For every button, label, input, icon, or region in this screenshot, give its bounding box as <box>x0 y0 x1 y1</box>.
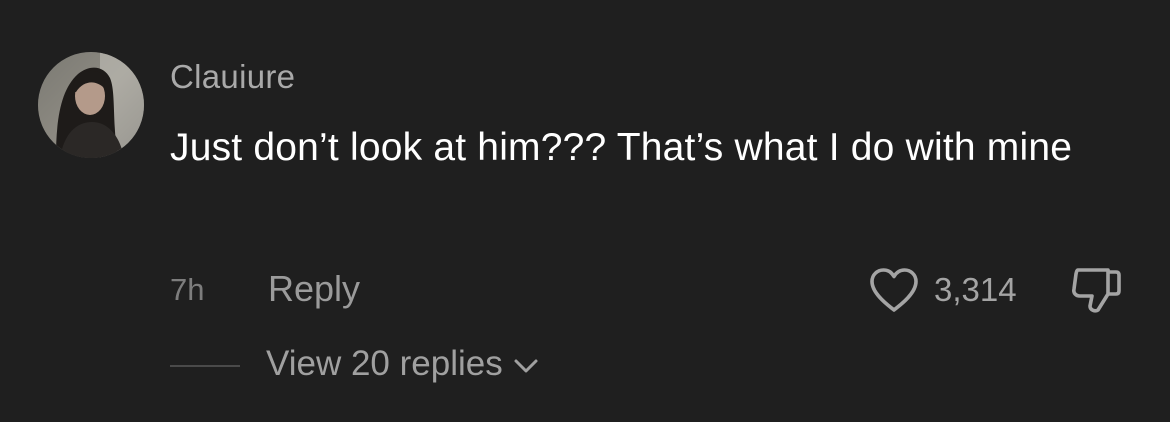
comment-text: Just don’t look at him??? That’s what I … <box>170 126 1073 169</box>
view-replies-label: View 20 replies <box>266 344 503 383</box>
like-button[interactable] <box>868 266 920 314</box>
view-replies-button[interactable]: View 20 replies <box>266 344 539 384</box>
username[interactable]: Clauiure <box>170 58 295 96</box>
heart-icon <box>870 268 918 312</box>
comment-item: Clauiure Just don’t look at him??? That’… <box>0 0 1170 422</box>
dislike-button[interactable] <box>1068 264 1124 316</box>
avatar-photo <box>38 52 144 158</box>
replies-divider <box>170 365 240 367</box>
avatar[interactable] <box>38 52 144 158</box>
like-count: 3,314 <box>934 271 1017 308</box>
timestamp: 7h <box>170 272 205 307</box>
chevron-down-icon <box>514 359 538 373</box>
thumbs-down-icon <box>1072 268 1121 313</box>
reply-button[interactable]: Reply <box>268 268 360 310</box>
